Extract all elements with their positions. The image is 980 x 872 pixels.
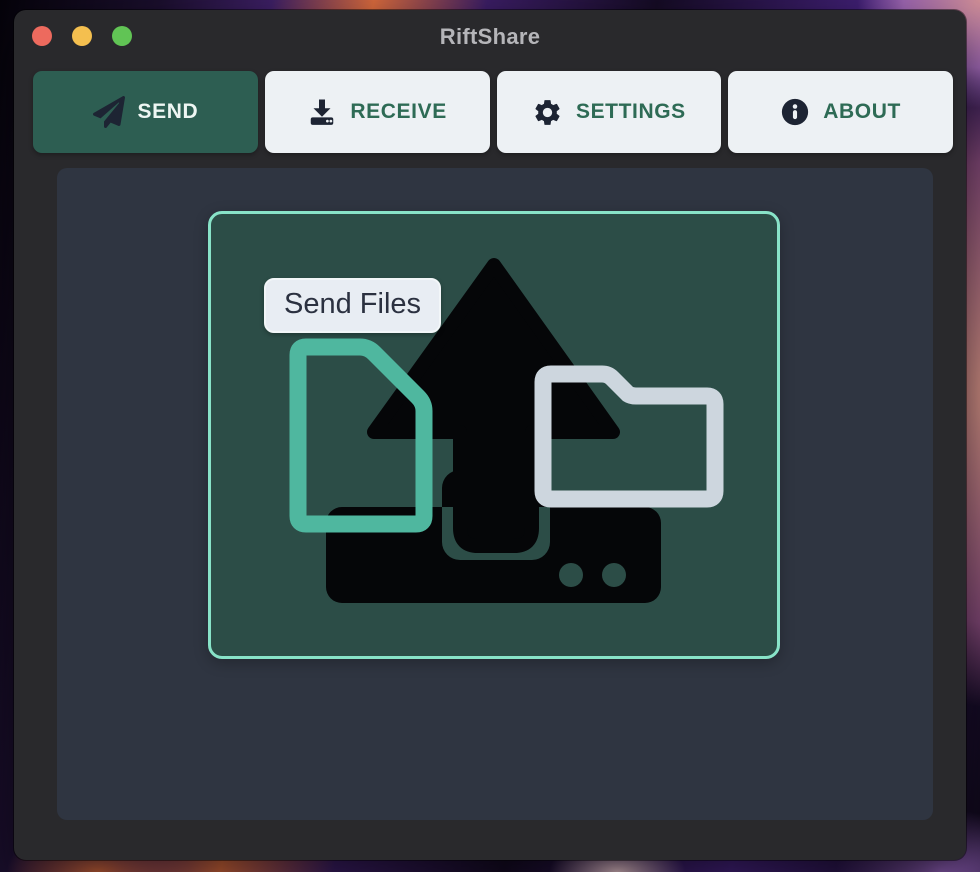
tab-label: SEND bbox=[138, 100, 199, 124]
send-files-button[interactable]: Send Files bbox=[264, 278, 441, 333]
minimize-button[interactable] bbox=[72, 26, 92, 46]
close-button[interactable] bbox=[32, 26, 52, 46]
tab-about[interactable]: ABOUT bbox=[728, 71, 953, 153]
tab-label: SETTINGS bbox=[576, 100, 686, 124]
drive-light bbox=[559, 563, 583, 587]
gear-icon bbox=[532, 97, 563, 128]
file-drop-zone[interactable]: Send Files bbox=[208, 211, 780, 659]
drive-light bbox=[602, 563, 626, 587]
tab-settings[interactable]: SETTINGS bbox=[497, 71, 722, 153]
zoom-button[interactable] bbox=[112, 26, 132, 46]
tab-send[interactable]: SEND bbox=[33, 71, 258, 153]
traffic-lights bbox=[32, 26, 132, 46]
app-window: RiftShare SEND RECEIVE SE bbox=[14, 10, 966, 860]
title-bar: RiftShare bbox=[14, 10, 966, 62]
content-panel: Send Files bbox=[57, 168, 933, 820]
window-title: RiftShare bbox=[14, 10, 966, 64]
download-icon bbox=[307, 97, 337, 127]
info-icon bbox=[780, 97, 810, 127]
tab-label: ABOUT bbox=[823, 100, 901, 124]
tab-label: RECEIVE bbox=[350, 100, 446, 124]
tab-receive[interactable]: RECEIVE bbox=[265, 71, 490, 153]
paper-plane-icon bbox=[93, 96, 125, 128]
tab-bar: SEND RECEIVE SETTINGS bbox=[33, 71, 953, 153]
